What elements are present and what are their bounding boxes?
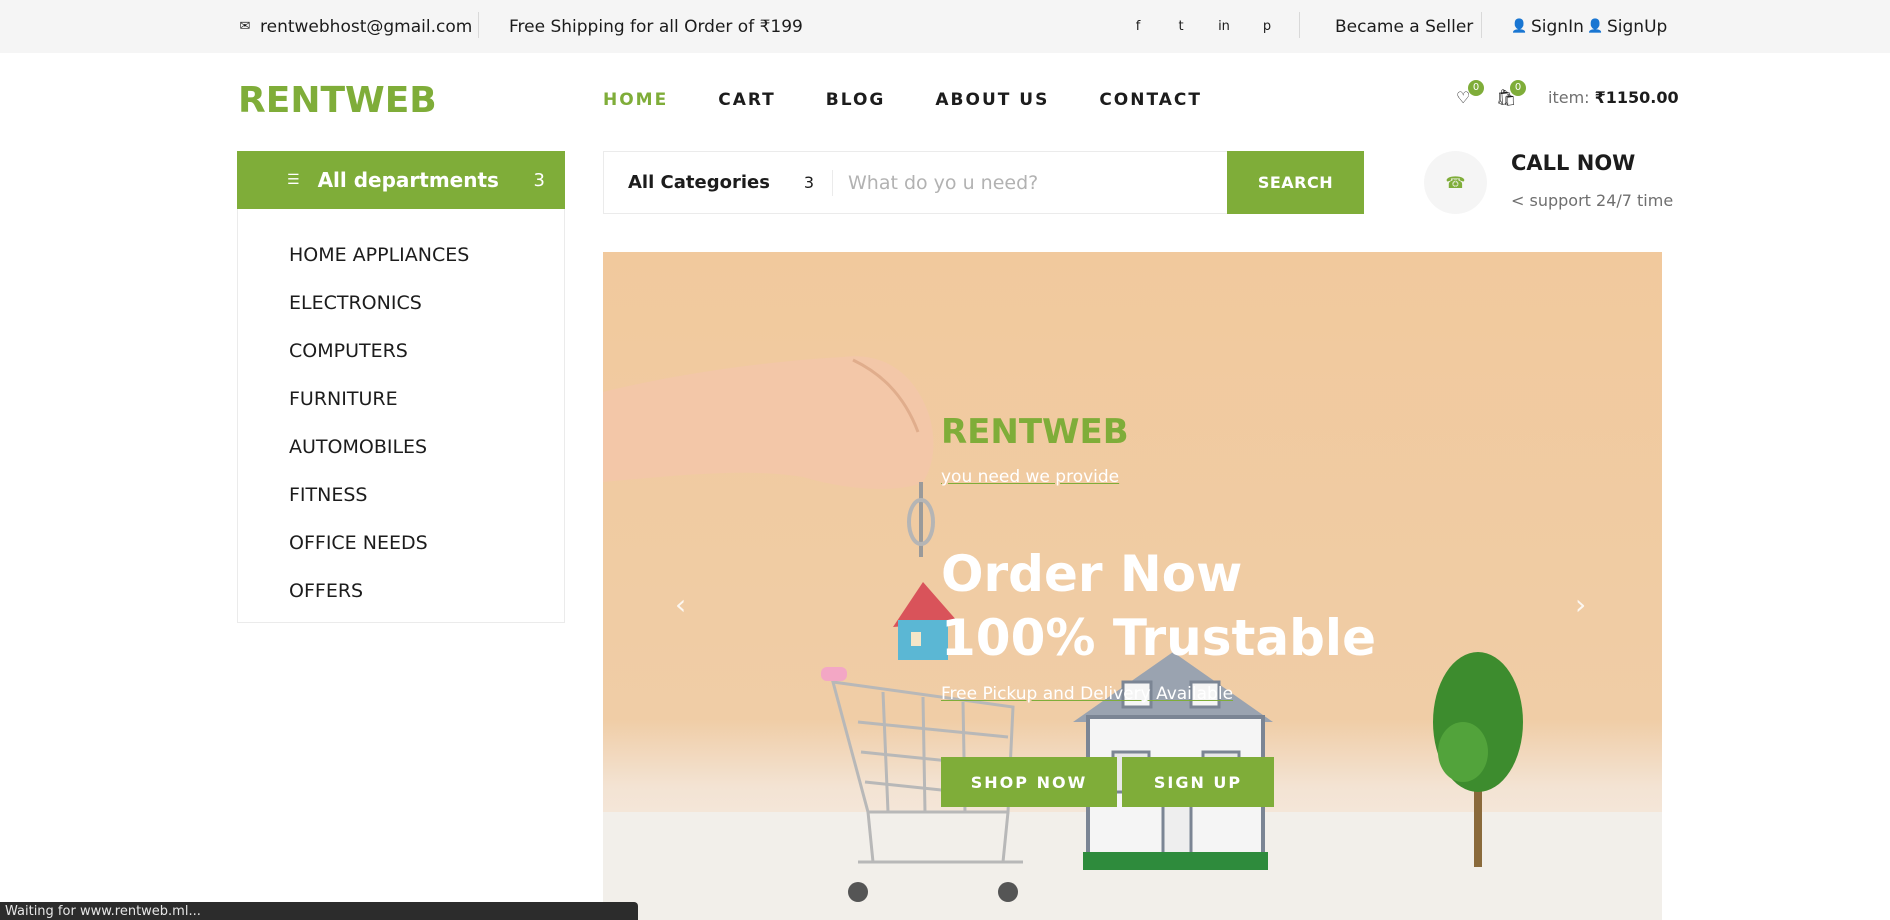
twitter-icon[interactable]: t	[1174, 0, 1188, 53]
dept-item-automobiles[interactable]: AUTOMOBILES	[238, 423, 564, 471]
envelope-icon: ✉	[239, 19, 251, 34]
hero-subline: Free Pickup and Delivery Available	[941, 684, 1234, 704]
nav-home[interactable]: HOME	[603, 90, 668, 110]
search-input[interactable]	[848, 162, 1218, 203]
chevron-left-icon[interactable]: ‹	[675, 588, 686, 621]
nav-about-us[interactable]: ABOUT US	[935, 90, 1049, 110]
menu-icon: ☰	[287, 172, 300, 188]
dept-item-offers[interactable]: OFFERS	[238, 567, 564, 615]
dept-item-electronics[interactable]: ELECTRONICS	[238, 279, 564, 327]
wishlist-count-badge: 0	[1468, 80, 1484, 96]
linkedin-icon[interactable]: in	[1217, 0, 1231, 53]
divider	[478, 12, 479, 38]
search-bar: All Categories 3 SEARCH	[603, 151, 1364, 214]
all-departments-toggle[interactable]: ☰ All departments 3	[237, 151, 565, 209]
signup-label: SignUp	[1607, 16, 1668, 37]
hero-headline-line-2: 100% Trustable	[941, 609, 1376, 667]
sign-up-button[interactable]: SIGN UP	[1122, 757, 1274, 807]
browser-status-bar: Waiting for www.rentweb.ml...	[0, 902, 638, 920]
dept-item-furniture[interactable]: FURNITURE	[238, 375, 564, 423]
hero-headline-line-1: Order Now	[941, 545, 1243, 603]
divider	[1481, 12, 1482, 38]
hero-headline: Order Now 100% Trustable	[941, 542, 1376, 670]
call-now-title: CALL NOW	[1511, 151, 1636, 175]
search-button[interactable]: SEARCH	[1227, 151, 1364, 214]
main-nav: HOME CART BLOG ABOUT US CONTACT	[603, 90, 1252, 110]
hero-tagline: you need we provide	[941, 467, 1120, 487]
departments-title: All departments	[317, 168, 499, 192]
dept-item-computers[interactable]: COMPUTERS	[238, 327, 564, 375]
cart-count-badge: 0	[1510, 80, 1526, 96]
cart-total: item: ₹1150.00	[1548, 88, 1679, 107]
phone-icon: ☎	[1424, 151, 1487, 214]
top-bar: ✉ rentwebhost@gmail.com Free Shipping fo…	[0, 0, 1890, 53]
hero-brand: RENTWEB	[941, 412, 1129, 452]
nav-blog[interactable]: BLOG	[826, 90, 886, 110]
facebook-icon[interactable]: f	[1131, 0, 1145, 53]
item-total-value: ₹1150.00	[1594, 88, 1679, 107]
signup-link[interactable]: 👤 SignUp	[1587, 0, 1667, 53]
shop-now-button[interactable]: SHOP NOW	[941, 757, 1117, 807]
departments-list: HOME APPLIANCES ELECTRONICS COMPUTERS FU…	[237, 209, 565, 623]
dept-item-home-appliances[interactable]: HOME APPLIANCES	[238, 231, 564, 279]
contact-email[interactable]: ✉ rentwebhost@gmail.com	[238, 0, 473, 53]
divider	[1299, 12, 1300, 38]
nav-cart[interactable]: CART	[718, 90, 776, 110]
category-label: All Categories	[628, 172, 770, 193]
chevron-right-icon[interactable]: ›	[1575, 588, 1586, 621]
pinterest-icon[interactable]: p	[1260, 0, 1274, 53]
dept-item-office-needs[interactable]: OFFICE NEEDS	[238, 519, 564, 567]
site-logo[interactable]: RENTWEB	[238, 80, 437, 121]
category-select[interactable]: All Categories 3	[604, 152, 832, 213]
item-label: item:	[1548, 88, 1590, 107]
hero-banner: RENTWEB you need we provide Order Now 10…	[603, 252, 1662, 920]
dept-item-fitness[interactable]: FITNESS	[238, 471, 564, 519]
signin-label: SignIn	[1531, 16, 1584, 37]
chevron-down-icon: 3	[533, 169, 545, 191]
become-seller-link[interactable]: Became a Seller	[1335, 0, 1473, 53]
chevron-down-icon: 3	[803, 173, 814, 192]
user-icon: 👤	[1511, 19, 1528, 34]
support-text: < support 24/7 time	[1511, 191, 1674, 210]
divider	[832, 170, 833, 196]
shipping-notice: Free Shipping for all Order of ₹199	[509, 16, 803, 37]
user-plus-icon: 👤	[1587, 19, 1604, 34]
signin-link[interactable]: 👤 SignIn	[1511, 0, 1584, 53]
nav-contact[interactable]: CONTACT	[1099, 90, 1202, 110]
email-text: rentwebhost@gmail.com	[260, 16, 473, 37]
